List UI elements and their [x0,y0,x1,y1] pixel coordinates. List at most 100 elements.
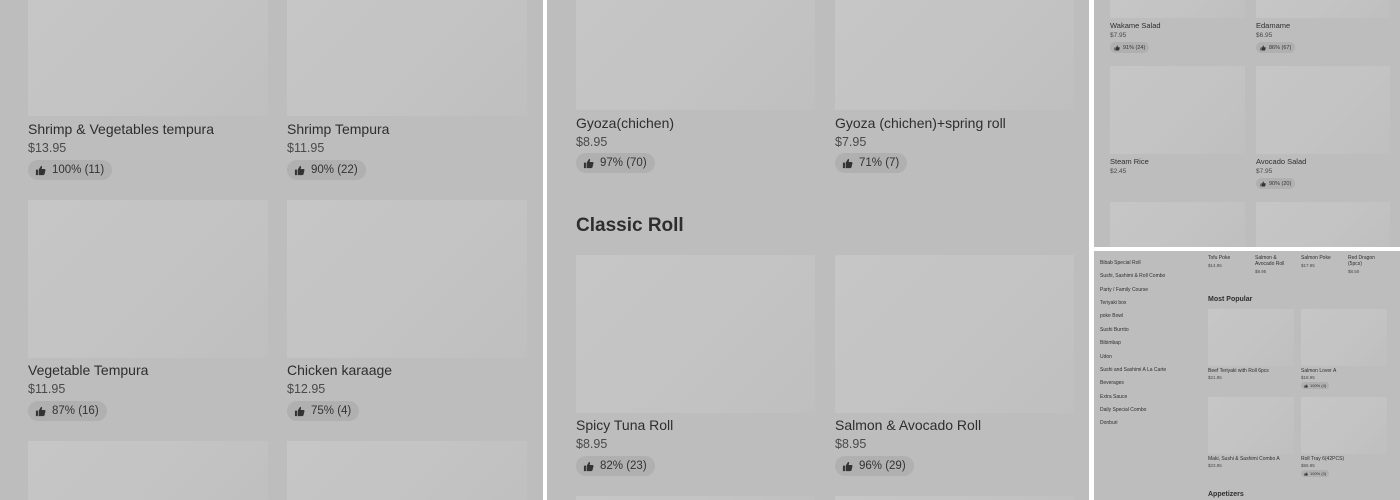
menu-item-image[interactable] [1110,0,1245,18]
menu-item-name[interactable]: Salmon & Avocado Roll [835,417,981,433]
sidebar-category[interactable]: Bibab Special Roll [1100,260,1141,266]
rating-text: 90% (22) [311,164,358,176]
menu-item-price: $8.95 [1255,269,1267,274]
menu-item-name[interactable]: Red Dragon (5pcs) [1348,255,1388,267]
menu-item-price: $12.95 [287,382,326,396]
menu-item-name[interactable]: Edamame [1256,21,1290,30]
sidebar-category[interactable]: Sushi and Sashimi A La Carte [1100,367,1166,373]
rating-text: 100% (11) [52,164,105,176]
menu-item-price: $11.95 [28,382,66,396]
menu-item-price: $11.95 [287,141,325,155]
thumbs-up-icon [583,158,594,168]
menu-item-name[interactable]: Beef Teriyaki with Roll 6pcs [1208,368,1269,374]
menu-item-name[interactable]: Avocado Salad [1256,157,1306,166]
menu-item-image[interactable] [287,200,527,358]
sidebar-category[interactable]: Teriyaki box [1100,300,1126,306]
menu-item-image[interactable] [1256,66,1390,154]
rating-text: 71% (7) [859,157,900,169]
menu-item-price: $8.50 [1348,269,1360,274]
menu-item-image[interactable] [576,0,815,110]
rating-badge: 87% (16) [28,401,107,421]
menu-item-name[interactable]: Salmon Lover A [1301,368,1336,374]
screenshot-panel-1: Shrimp & Vegetables tempura $13.95 100% … [0,0,543,500]
menu-item-name[interactable]: Gyoza(chichen) [576,115,674,131]
menu-item-price: $2.45 [1110,168,1127,175]
menu-item-image[interactable] [28,200,268,358]
thumbs-up-icon [1304,383,1308,388]
sidebar-category[interactable]: Daily Special Combo [1100,407,1146,413]
menu-item-image[interactable] [576,496,815,500]
menu-item-image[interactable] [287,0,527,116]
thumbs-up-icon [1260,181,1266,186]
rating-badge: 75% (4) [287,401,360,421]
menu-item-image[interactable] [1208,309,1294,366]
menu-item-name[interactable]: Shrimp Tempura [287,121,389,137]
rating-badge: 90% (22) [287,160,366,180]
menu-item-price: $8.95 [576,135,608,149]
sidebar-category[interactable]: Udon [1100,354,1112,360]
section-title-most-popular: Most Popular [1208,296,1253,303]
menu-item-name[interactable]: Shrimp & Vegetables tempura [28,121,214,137]
menu-item-price: $13.95 [28,141,67,155]
menu-item-price: $6.95 [1256,32,1273,39]
menu-item-image[interactable] [1110,66,1245,154]
menu-item-name[interactable]: Gyoza (chichen)+spring roll [835,115,1006,131]
screenshot-panel-4: Bibab Special Roll Sushi, Sashimi & Roll… [1094,251,1400,500]
thumbs-up-icon [1114,45,1120,50]
screenshot-panel-2: Gyoza(chichen) $8.95 97% (70) Gyoza (chi… [547,0,1089,500]
sidebar-category[interactable]: Beverages [1100,380,1124,386]
thumbs-up-icon [1260,45,1266,50]
menu-item-name[interactable]: Salmon & Avocado Roll [1255,255,1295,267]
menu-item-price: $7.95 [835,135,867,149]
sidebar-category[interactable]: Bibimbap [1100,340,1121,346]
sidebar-category[interactable]: Party / Family Course [1100,287,1148,293]
menu-item-image[interactable] [28,441,268,500]
menu-item-price: $21.95 [1208,375,1222,380]
sidebar-category[interactable]: Sushi Burrito [1100,327,1129,333]
menu-item-image[interactable] [28,0,268,116]
menu-item-name[interactable]: Wakame Salad [1110,21,1161,30]
rating-badge: 91% (24) [1110,42,1150,53]
menu-item-name[interactable]: Vegetable Tempura [28,362,148,378]
rating-text: 100% (4) [1310,383,1327,388]
menu-item-image[interactable] [1256,202,1390,247]
rating-badge: 100% (3) [1301,470,1330,477]
menu-item-price: $55.95 [1301,463,1315,468]
menu-item-image[interactable] [1301,309,1387,366]
menu-item-name[interactable]: Tofu Poke [1208,255,1248,261]
menu-item-image[interactable] [835,496,1074,500]
menu-item-image[interactable] [835,0,1074,110]
menu-item-image[interactable] [1110,202,1245,247]
menu-item-name[interactable]: Salmon Poke [1301,255,1341,261]
rating-text: 100% (3) [1310,471,1327,476]
screenshot-panel-3: Wakame Salad $7.95 91% (24) Edamame $6.9… [1094,0,1400,247]
rating-badge: 100% (11) [28,160,113,180]
rating-text: 75% (4) [311,405,352,417]
menu-item-price: $17.95 [1301,263,1315,268]
menu-item-name[interactable]: Spicy Tuna Roll [576,417,673,433]
menu-item-price: $18.95 [1301,375,1315,380]
rating-text: 86% (67) [1269,44,1292,51]
menu-item-image[interactable] [1256,0,1390,18]
menu-item-price: $7.95 [1110,32,1127,39]
menu-item-name[interactable]: Chicken karaage [287,362,392,378]
sidebar-category[interactable]: Sushi, Sashimi & Roll Combo [1100,273,1165,279]
sidebar-category[interactable]: Donburi [1100,420,1118,426]
thumbs-up-icon [294,165,305,175]
sidebar-category[interactable]: Extra Sauce [1100,394,1127,400]
sidebar-category[interactable]: poke Bowl [1100,313,1123,319]
rating-text: 90% (20) [1269,180,1292,187]
thumbs-up-icon [294,406,305,416]
menu-item-image[interactable] [1208,397,1294,454]
menu-item-image[interactable] [576,255,815,413]
menu-item-name[interactable]: Steam Rice [1110,157,1149,166]
menu-item-name[interactable]: Roll Tray 6(42PCS) [1301,456,1344,462]
menu-item-image[interactable] [835,255,1074,413]
menu-item-image[interactable] [287,441,527,500]
menu-item-price: $8.95 [835,437,867,451]
rating-text: 96% (29) [859,460,906,472]
rating-badge: 82% (23) [576,456,655,476]
rating-text: 87% (16) [52,405,99,417]
menu-item-image[interactable] [1301,397,1387,454]
menu-item-name[interactable]: Maki, Sushi & Sashimi Combo A [1208,456,1280,462]
